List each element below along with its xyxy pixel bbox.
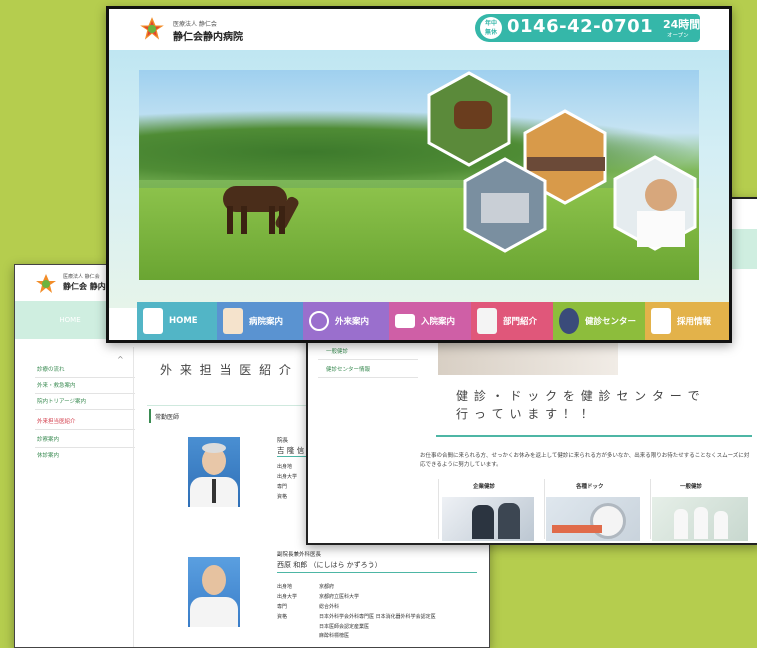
hexagon-collage <box>427 71 697 253</box>
card-image-dock[interactable] <box>546 497 640 541</box>
hero-banner <box>109 50 729 308</box>
info-value: 日本外科学会外科専門医 日本消化器外科学会認定医 <box>319 614 436 620</box>
nav-outpatient[interactable]: 外来案内 <box>303 302 389 340</box>
sidebar-item[interactable]: 一般健診 <box>326 347 348 355</box>
info-key: 資格 <box>277 614 288 620</box>
collapse-icon[interactable]: ^ <box>117 355 124 364</box>
sidebar-item[interactable]: 診療の流れ <box>37 365 65 373</box>
recruit-icon <box>651 308 671 334</box>
doctor-role: 院長 <box>277 438 289 444</box>
nav-home[interactable]: HOME <box>137 302 217 340</box>
doctor-role: 副院長兼外科医長 <box>277 552 322 558</box>
hospital-name: 静仁会静内病院 <box>173 32 243 43</box>
intro-text: お仕事の合間に来られる方、せっかくお休みを返上して健診に来られる方が多いなか、出… <box>420 453 750 468</box>
doctor-photo <box>188 557 240 627</box>
doctor-icon <box>223 308 243 334</box>
info-value: 京都府 <box>319 584 335 590</box>
sidebar-item-active[interactable]: 外来担当医紹介 <box>37 417 76 425</box>
info-value: 京都府立医科大学 <box>319 594 360 600</box>
sidebar-item[interactable]: 健診センター情報 <box>326 365 370 373</box>
card-title[interactable]: 企業健診 <box>473 482 495 490</box>
hours-bottom: オープン <box>667 33 689 39</box>
sidebar-item[interactable]: 外来・救急案内 <box>37 381 76 389</box>
info-value: 日本医師会認定産業医 <box>319 624 370 630</box>
info-key: 出身地 <box>277 584 293 590</box>
nav-inpatient[interactable]: 入院案内 <box>389 302 471 340</box>
scanner-icon <box>559 308 579 334</box>
card-image-corporate[interactable] <box>442 497 534 541</box>
stethoscope-icon <box>309 311 329 331</box>
org-label: 医療法人 静仁会 <box>173 21 217 28</box>
hospital-icon <box>143 308 163 334</box>
info-key: 専門 <box>277 604 288 610</box>
logo-icon <box>140 17 164 40</box>
info-value: 総合外科 <box>319 604 340 610</box>
headline-line1: 健 診 ・ ド ッ ク を 健 診 セ ン タ ー で <box>456 389 701 403</box>
sidebar-item[interactable]: 診察案内 <box>37 435 59 443</box>
card-title[interactable]: 一般健診 <box>680 482 702 490</box>
sidebar-item[interactable]: 院内トリアージ案内 <box>37 397 86 405</box>
bed-icon <box>395 314 415 328</box>
card-image-general[interactable] <box>652 497 748 541</box>
nav-recruit[interactable]: 採用情報 <box>645 302 729 340</box>
org-label: 医療法人 静仁会 <box>63 274 100 280</box>
logo-icon <box>36 274 56 293</box>
sidebar-item[interactable]: 休診案内 <box>37 451 59 459</box>
info-key: 出身地 <box>277 464 293 470</box>
open-all-year-badge: 年中 無休 <box>480 17 502 39</box>
home-page-window: 医療法人 静仁会 静仁会静内病院 年中 無休 0146-42-0701 24時間 … <box>106 6 732 343</box>
info-value: 麻酔科標榜医 <box>319 633 350 639</box>
main-nav: HOME 病院案内 外来案内 入院案内 部門紹介 健診センター 採用情報 <box>137 302 729 340</box>
doctor-photo <box>188 437 240 507</box>
hospital-name: 静仁会 静内 <box>63 282 106 291</box>
nav-about[interactable]: 病院案内 <box>217 302 303 340</box>
card-title[interactable]: 各種ドック <box>576 482 604 490</box>
doctor-name: 吉 隆 信 <box>277 446 305 455</box>
info-key: 出身大学 <box>277 474 298 480</box>
phone-number[interactable]: 0146-42-0701 <box>507 16 653 37</box>
info-key: 出身大学 <box>277 594 298 600</box>
section-label: 常勤医師 <box>155 414 180 421</box>
info-key: 資格 <box>277 494 288 500</box>
page-title: 外 来 担 当 医 紹 介 <box>160 363 293 377</box>
doctor-name: 西原 和郎 （にしはら かずろう） <box>277 561 382 569</box>
hours-top: 24時間 <box>663 18 701 31</box>
xray-icon <box>477 308 497 334</box>
info-key: 専門 <box>277 484 288 490</box>
nav-checkup-center[interactable]: 健診センター <box>553 302 645 340</box>
headline-line2: 行 っ て い ま す ！ ！ <box>456 407 594 421</box>
nav-departments[interactable]: 部門紹介 <box>471 302 553 340</box>
